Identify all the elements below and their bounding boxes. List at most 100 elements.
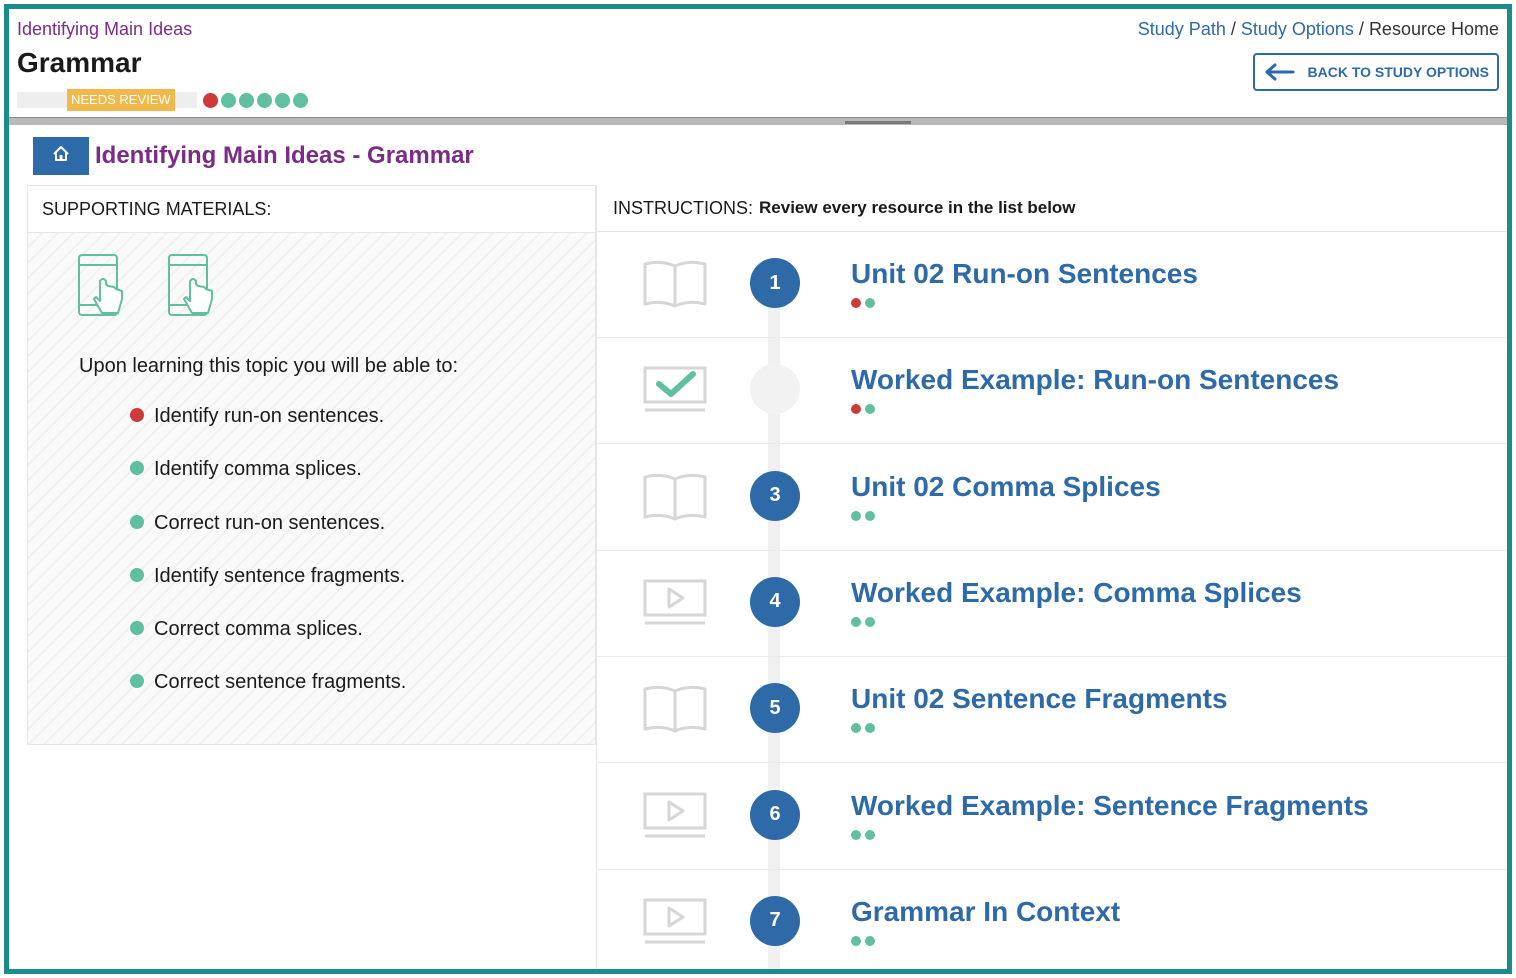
- mastery-dot: [865, 298, 875, 308]
- touch-phone-icon[interactable]: [168, 253, 218, 328]
- breadcrumb-study-path[interactable]: Study Path: [1138, 19, 1226, 39]
- status-track: [17, 92, 67, 108]
- resource-title-link[interactable]: Unit 02 Run-on Sentences: [851, 258, 1198, 290]
- divider-grip[interactable]: [845, 121, 911, 124]
- back-button-label: BACK TO STUDY OPTIONS: [1307, 64, 1489, 80]
- mastery-dot: [851, 935, 861, 946]
- resource-row[interactable]: 4 Worked Example: Comma Splices: [597, 551, 1507, 657]
- mastery-dot: [202, 92, 218, 108]
- breadcrumb-separator: /: [1230, 19, 1236, 39]
- page-title: Grammar: [17, 47, 142, 78]
- mastery-dot: [851, 510, 861, 521]
- breadcrumb-separator: /: [1358, 19, 1364, 39]
- resource-mastery-dots: [851, 298, 875, 308]
- status-row: NEEDS REVIEW: [17, 89, 308, 111]
- objectives-list: Identify run-on sentences. Identify comm…: [130, 405, 406, 725]
- resource-row[interactable]: 1 Unit 02 Run-on Sentences: [597, 232, 1507, 338]
- objective-item: Identify comma splices.: [130, 458, 406, 511]
- resource-number: 6: [750, 789, 800, 840]
- objective-item: Correct run-on sentences.: [130, 512, 406, 565]
- app-frame: Identifying Main Ideas Grammar NEEDS REV…: [4, 4, 1512, 974]
- supporting-materials-header: SUPPORTING MATERIALS:: [28, 186, 595, 233]
- mastery-dot: [851, 723, 861, 734]
- mastery-dot: [865, 723, 875, 734]
- objective-text: Identify comma splices.: [154, 458, 362, 481]
- mastery-dot: [256, 92, 272, 108]
- resource-row[interactable]: 5 Unit 02 Sentence Fragments: [597, 657, 1507, 764]
- objective-item: Identify sentence fragments.: [130, 565, 406, 618]
- video-play-icon: [641, 577, 709, 634]
- instructions-bar: INSTRUCTIONS: Review every resource in t…: [597, 185, 1507, 232]
- objective-bullet: [130, 674, 144, 689]
- resource-title-link[interactable]: Worked Example: Comma Splices: [851, 577, 1302, 609]
- arrow-left-icon: [1265, 63, 1295, 84]
- objective-bullet: [130, 621, 144, 636]
- mastery-dot: [865, 935, 875, 946]
- objective-text: Identify sentence fragments.: [154, 564, 406, 587]
- resource-mastery-dots: [851, 404, 875, 415]
- video-play-icon: [641, 896, 709, 953]
- resource-number: 5: [750, 683, 800, 734]
- topic-eyebrow: Identifying Main Ideas: [17, 19, 193, 39]
- resource-mastery-dots: [851, 935, 875, 946]
- open-book-icon: [641, 471, 709, 528]
- objective-item: Correct sentence fragments.: [130, 671, 406, 724]
- resource-row[interactable]: 2 Worked Example: Run-on Sentences: [597, 338, 1507, 445]
- instructions-label: INSTRUCTIONS:: [613, 197, 754, 218]
- objective-bullet: [130, 408, 144, 422]
- mastery-dot: [865, 616, 875, 627]
- objective-item: Correct comma splices.: [130, 618, 406, 671]
- resource-mastery-dots: [851, 616, 875, 627]
- resource-number: 3: [750, 470, 800, 521]
- objectives-intro: Upon learning this topic you will be abl…: [79, 355, 459, 377]
- resource-title-link[interactable]: Worked Example: Run-on Sentences: [851, 364, 1339, 396]
- resource-number: 1: [750, 258, 800, 308]
- resource-row[interactable]: 7 Grammar In Context: [597, 870, 1507, 969]
- page-header: Identifying Main Ideas Grammar NEEDS REV…: [9, 9, 1507, 121]
- resource-number: 7: [750, 895, 800, 946]
- breadcrumb-resource-home: Resource Home: [1368, 19, 1499, 39]
- status-badge: NEEDS REVIEW: [67, 89, 175, 111]
- resource-panel: INSTRUCTIONS: Review every resource in t…: [596, 185, 1507, 969]
- resource-title-link[interactable]: Unit 02 Sentence Fragments: [851, 683, 1228, 715]
- mastery-dot: [865, 510, 875, 521]
- objective-bullet: [130, 514, 144, 529]
- resource-mastery-dots: [851, 510, 875, 521]
- objective-text: Correct comma splices.: [154, 618, 363, 641]
- objective-text: Correct run-on sentences.: [154, 511, 386, 534]
- objective-text: Correct sentence fragments.: [154, 671, 407, 694]
- mastery-dot: [865, 829, 875, 840]
- objective-item: Identify run-on sentences.: [130, 405, 406, 458]
- breadcrumb: Study Path / Study Options / Resource Home: [1138, 19, 1499, 40]
- mastery-dot: [220, 92, 236, 108]
- content-title: Identifying Main Ideas - Grammar: [95, 142, 474, 169]
- resize-divider[interactable]: [9, 117, 1507, 125]
- resource-number: 2: [750, 364, 800, 415]
- status-track-end: [174, 92, 197, 108]
- mastery-dot: [292, 92, 308, 108]
- breadcrumb-study-options[interactable]: Study Options: [1241, 19, 1354, 39]
- resource-number: 4: [750, 576, 800, 627]
- touch-phone-icon[interactable]: [78, 253, 128, 328]
- home-button[interactable]: [33, 137, 89, 175]
- mastery-dot: [851, 616, 861, 627]
- mastery-dot: [851, 298, 861, 308]
- resource-title-link[interactable]: Unit 02 Comma Splices: [851, 471, 1161, 503]
- supporting-materials-body: Upon learning this topic you will be abl…: [28, 233, 595, 744]
- home-icon: [51, 144, 71, 169]
- video-play-icon: [641, 790, 709, 847]
- resource-title-link[interactable]: Worked Example: Sentence Fragments: [851, 790, 1369, 822]
- resource-mastery-dots: [851, 829, 875, 840]
- resource-title-link[interactable]: Grammar In Context: [851, 896, 1120, 928]
- video-check-icon: [641, 364, 709, 421]
- objective-bullet: [130, 461, 144, 476]
- resource-row[interactable]: 3 Unit 02 Comma Splices: [597, 445, 1507, 551]
- resource-row[interactable]: 6 Worked Example: Sentence Fragments: [597, 764, 1507, 870]
- open-book-icon: [641, 258, 709, 315]
- back-to-study-options-button[interactable]: BACK TO STUDY OPTIONS: [1253, 53, 1499, 91]
- mastery-dot: [238, 92, 254, 108]
- mastery-dot: [851, 829, 861, 840]
- objective-text: Identify run-on sentences.: [154, 405, 385, 427]
- objective-bullet: [130, 567, 144, 582]
- open-book-icon: [641, 683, 709, 740]
